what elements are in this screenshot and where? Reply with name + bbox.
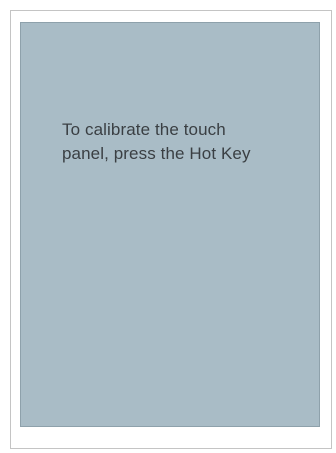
calibration-instruction-line-2: panel, press the Hot Key (62, 144, 251, 163)
calibration-instruction-line-1: To calibrate the touch (62, 120, 226, 139)
calibration-instruction: To calibrate the touch panel, press the … (62, 118, 312, 166)
touch-panel-screen[interactable]: To calibrate the touch panel, press the … (20, 22, 320, 427)
